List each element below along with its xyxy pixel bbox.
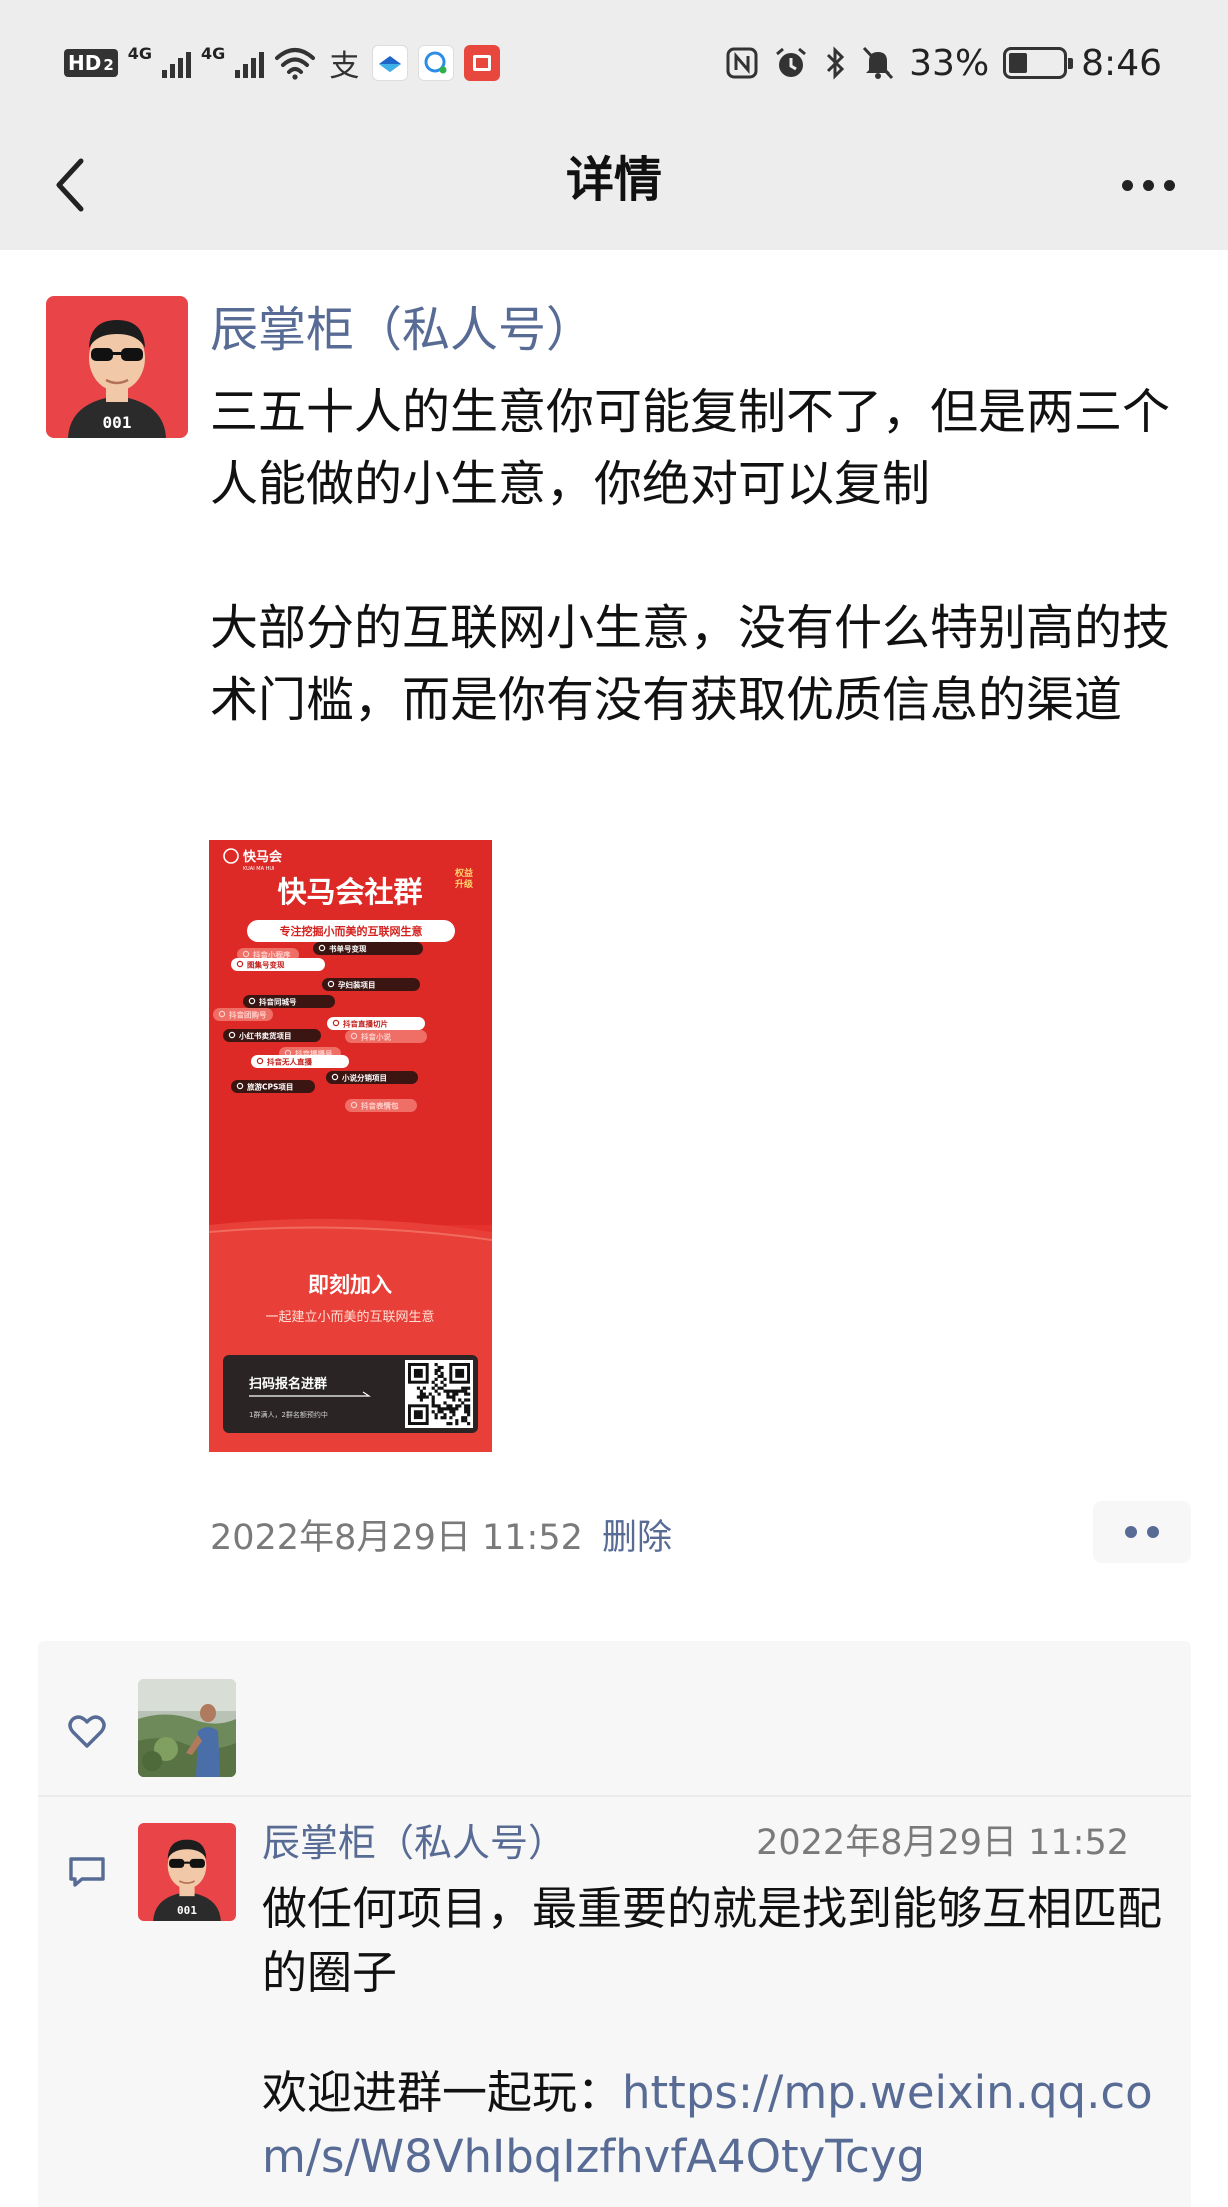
- post-text: 三五十人的生意你可能复制不了，但是两三个人能做的小生意，你绝对可以复制 大部分的…: [210, 384, 1171, 728]
- poster-tag-pill: 旅游CPS项目: [231, 1080, 315, 1093]
- comment-invite-prefix: 欢迎进群一起玩：: [262, 2066, 623, 2119]
- poster-tag-pill: 书单号变现: [313, 942, 423, 955]
- poster-title: 快马会社群: [277, 875, 422, 909]
- liker-avatar[interactable]: [138, 1679, 236, 1777]
- poster-cta-subtitle: 一起建立小而美的互联网生意: [265, 1309, 434, 1325]
- nav-bar: 详情: [0, 125, 1228, 250]
- poster-tag-label: 抖音小说: [361, 1032, 391, 1042]
- page-title: 详情: [565, 152, 662, 208]
- svg-text:001: 001: [103, 413, 132, 432]
- poster-tag-pill: 抖音同城号: [243, 995, 335, 1008]
- comment-author-avatar[interactable]: 001: [138, 1823, 236, 1921]
- comment-icon: [69, 1857, 105, 1887]
- poster-tag-pill: 小说分销项目: [326, 1071, 418, 1084]
- poster-scan-label: 扫码报名进群: [249, 1376, 327, 1392]
- signal-icon: [235, 48, 265, 78]
- poster-subtitle: 专注挖掘小而美的互联网生意: [280, 924, 423, 938]
- poster-scan-note: 1群满人，2群名额预约中: [249, 1410, 328, 1419]
- poster-tag-label: 旅游CPS项目: [247, 1082, 293, 1092]
- nfc-icon: [726, 47, 758, 79]
- status-bar: HD 2 4G 4G 支 33% 8:46: [0, 0, 1228, 125]
- poster-tag-label: 抖音直播切片: [343, 1019, 388, 1029]
- svg-text:001: 001: [177, 1904, 197, 1917]
- poster-badge: 权益升级: [454, 867, 474, 890]
- poster-tag-label: 图集号变现: [247, 960, 285, 970]
- poster-tag-pill: 抖音直播切片: [327, 1017, 425, 1030]
- battery-percent: 33%: [909, 42, 990, 84]
- clock: 8:46: [1081, 42, 1162, 84]
- poster-tag-label: 抖音无人直播: [267, 1057, 312, 1067]
- poster-tag-label: 抖音同城号: [259, 997, 297, 1007]
- top-bar: HD 2 4G 4G 支 33% 8:46 详情: [0, 0, 1228, 250]
- poster-tag-pill: 抖音无人直播: [251, 1055, 349, 1068]
- poster-cta-title: 即刻加入: [308, 1272, 392, 1297]
- chat-icon: [418, 45, 455, 81]
- post-timestamp: 2022年8月29日 11:52: [210, 1518, 583, 1558]
- alipay-icon: 支: [329, 49, 360, 84]
- comment-author-name[interactable]: 辰掌柜（私人号）: [262, 1813, 566, 1873]
- comment-invite-line: 欢迎进群一起玩：https://mp.weixin.qq.com/s/W8VhI…: [262, 2061, 1192, 2189]
- post-author-name[interactable]: 辰掌柜（私人号）: [210, 296, 594, 364]
- comment-timestamp: 2022年8月29日 11:52: [756, 1823, 1129, 1863]
- poster-brand-sub: KUAI MA HUI: [243, 866, 275, 872]
- poster-tag-pill: 抖音小说: [345, 1030, 427, 1043]
- qr-code: [405, 1360, 473, 1428]
- network-type-label: 4G: [201, 43, 226, 63]
- interactions-panel: 001 辰掌柜（私人号） 2022年8月29日 11:52 做任何项目，最重要的…: [38, 1641, 1191, 2207]
- likes-row: [38, 1641, 1191, 1795]
- wifi-icon: [275, 48, 316, 80]
- poster-tag-label: 小红书卖货项目: [239, 1031, 292, 1041]
- delete-button[interactable]: 删除: [602, 1510, 672, 1566]
- alarm-icon: [776, 47, 807, 77]
- comment-text: 做任何项目，最重要的就是找到能够互相匹配的圈子: [262, 1882, 1163, 1999]
- author-avatar[interactable]: 001: [46, 296, 188, 438]
- poster-tag-pill: 孕妇装项目: [322, 978, 420, 991]
- moments-detail-screen: HD 2 4G 4G 支 33% 8:46 详情 001 辰掌柜（私人号） 三五…: [0, 0, 1228, 2207]
- more-options-button[interactable]: [1108, 155, 1188, 215]
- status-right: 33% 8:46: [725, 38, 1162, 88]
- status-left: HD 2 4G 4G 支: [64, 38, 501, 88]
- poster-tag-pill: 小红书卖货项目: [223, 1029, 321, 1042]
- poster-tag-label: 抖音团购号: [229, 1010, 267, 1020]
- poster-tag-pill: 图集号变现: [231, 958, 325, 971]
- poster-badge-line-2: 升级: [455, 878, 474, 890]
- app-icon: [464, 45, 501, 81]
- hd-icon: HD 2: [64, 49, 118, 77]
- poster-tag-pill: 抖音团购号: [213, 1008, 273, 1021]
- poster-tag-label: 抖音表情包: [361, 1101, 399, 1111]
- signal-icon: [162, 48, 192, 78]
- panel-divider: [38, 1795, 1191, 1797]
- network-type-label: 4G: [127, 43, 153, 63]
- poster-brand: 快马会: [243, 849, 283, 865]
- battery-icon: [1003, 47, 1074, 79]
- like-comment-menu-button[interactable]: [1093, 1501, 1191, 1563]
- mute-icon: [863, 46, 894, 80]
- app-icon: [372, 45, 409, 81]
- post-image[interactable]: 快马会 KUAI MA HUI 权益升级 快马会社群 专注挖掘小而美的互联网生意…: [208, 840, 493, 1452]
- poster-tag-label: 小说分销项目: [342, 1073, 387, 1083]
- poster-tag-pill: 抖音表情包: [345, 1099, 417, 1112]
- bluetooth-icon: [827, 46, 845, 80]
- poster-tag-label: 孕妇装项目: [338, 980, 376, 990]
- poster-badge-line-1: 权益: [454, 867, 473, 879]
- poster-tag-label: 书单号变现: [329, 944, 367, 954]
- heart-icon: [68, 1715, 106, 1748]
